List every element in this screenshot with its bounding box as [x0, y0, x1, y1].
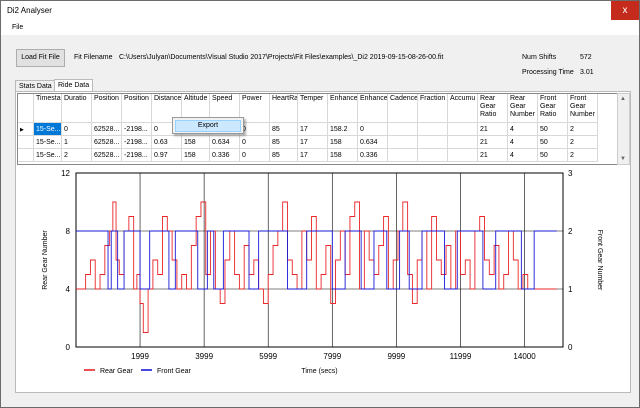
y2-tick-label: 3	[568, 169, 573, 178]
y-axis-label: Rear Gear Number	[42, 230, 49, 290]
x-tick-label: 3999	[195, 352, 213, 361]
x-tick-label: 14000	[513, 352, 536, 361]
x-tick-label: 1999	[131, 352, 149, 361]
x-tick-label: 11999	[450, 352, 472, 361]
y2-axis-label: Front Gear Number	[596, 230, 603, 291]
x-tick-label: 9999	[387, 352, 405, 361]
x-tick-label: 5999	[259, 352, 277, 361]
y2-tick-label: 0	[568, 343, 573, 352]
x-axis-label: Time (secs)	[301, 368, 337, 375]
y2-tick-label: 2	[568, 227, 573, 236]
legend-label: Front Gear	[157, 368, 192, 375]
gear-chart: 0481201231999 3999 5999 7999 9999 11999 14000T…	[42, 169, 603, 375]
y-tick-label: 0	[66, 343, 71, 352]
y-tick-label: 4	[66, 285, 71, 294]
plot-area	[75, 172, 564, 348]
y2-tick-label: 1	[568, 285, 573, 294]
x-tick-label: 7999	[323, 352, 341, 361]
y-tick-label: 8	[66, 227, 71, 236]
y-tick-label: 12	[61, 169, 70, 178]
main-window: Di2 Analyser x File Load Fit File Fit Fi…	[0, 0, 640, 408]
legend-label: Rear Gear	[100, 368, 133, 375]
